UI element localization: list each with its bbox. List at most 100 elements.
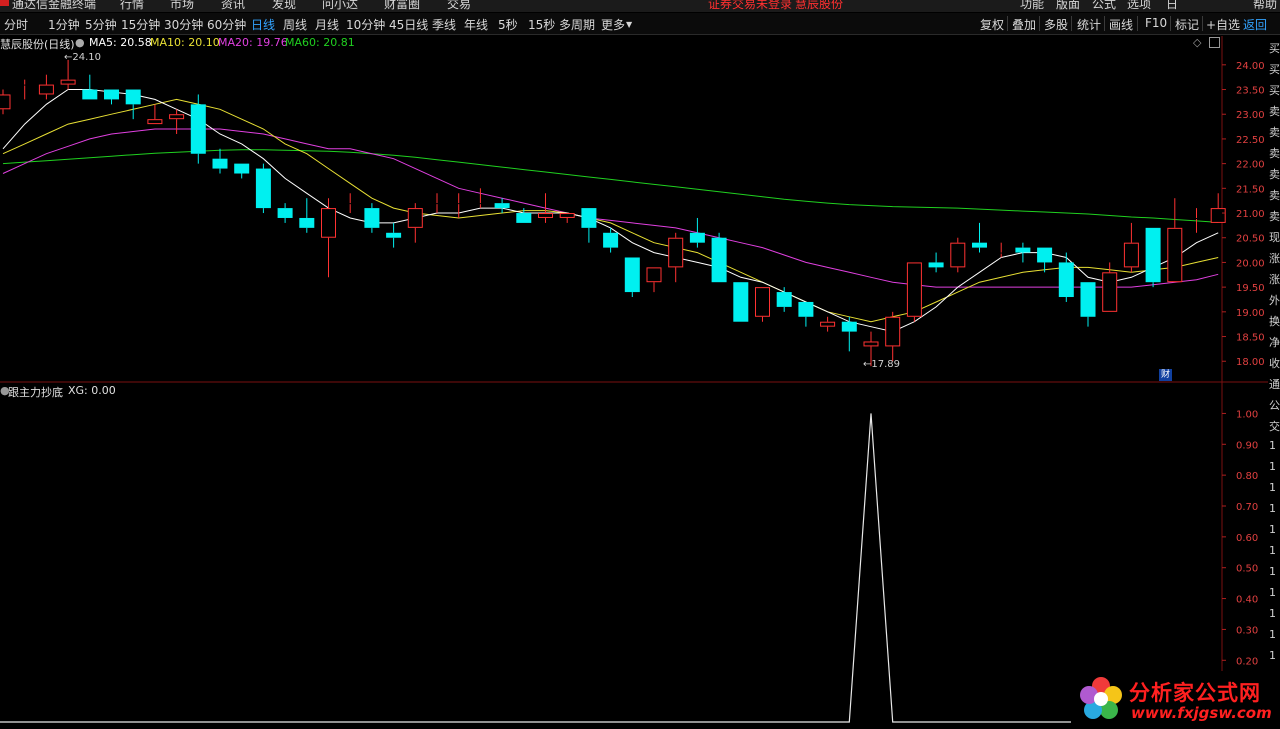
candle[interactable]: [646, 267, 662, 293]
candle[interactable]: [190, 94, 206, 164]
candle[interactable]: [1058, 252, 1074, 302]
xg-path: [0, 413, 1222, 723]
candle[interactable]: [559, 213, 575, 223]
price-axis-tick: 22.00: [1236, 160, 1265, 171]
quote-panel-char: 外: [1269, 294, 1280, 307]
candle[interactable]: [820, 316, 836, 332]
candle[interactable]: [234, 163, 250, 179]
candle[interactable]: [755, 287, 770, 322]
candle[interactable]: [169, 109, 185, 134]
candle[interactable]: [104, 89, 119, 105]
quote-panel-char: 1: [1269, 502, 1276, 515]
watermark-url: www.fxjgsw.com: [1131, 704, 1272, 722]
candle[interactable]: [798, 301, 814, 327]
candle[interactable]: [364, 203, 380, 233]
indicator-name[interactable]: 跟主力抄底: [8, 384, 63, 400]
candle[interactable]: [950, 237, 966, 273]
price-axis-tick: 23.00: [1236, 110, 1265, 121]
candle[interactable]: [733, 282, 749, 322]
candle[interactable]: [711, 232, 727, 283]
indicator-value: XG: 0.00: [68, 384, 116, 397]
ma5-label: MA5: 20.58: [89, 36, 152, 49]
candle[interactable]: [841, 316, 857, 352]
quote-panel-char: 收: [1269, 357, 1280, 370]
candle[interactable]: [1102, 262, 1118, 312]
quote-panel-char: 公: [1269, 399, 1280, 412]
candle[interactable]: [689, 217, 705, 248]
candle[interactable]: [1210, 193, 1226, 223]
xg-indicator-line: [0, 413, 1222, 723]
candle[interactable]: [776, 287, 792, 312]
candle[interactable]: [1080, 282, 1096, 327]
candle[interactable]: [1167, 198, 1183, 283]
candle[interactable]: [255, 163, 271, 214]
candle[interactable]: [125, 89, 141, 120]
quote-panel-char: 卖: [1269, 105, 1280, 118]
circle-chevron-icon[interactable]: ●: [75, 36, 85, 49]
ma60-line: [2, 149, 1219, 223]
candle[interactable]: [1145, 227, 1161, 288]
quote-panel-char: 买: [1269, 63, 1280, 76]
candle[interactable]: [928, 252, 944, 273]
candle[interactable]: [972, 222, 987, 253]
candle[interactable]: [277, 203, 293, 223]
quote-panel-char: 涨: [1269, 252, 1280, 265]
quote-panel-char: 买: [1269, 42, 1280, 55]
quote-panel-char: 1: [1269, 460, 1276, 473]
stock-title[interactable]: 慧辰股份(日线): [0, 36, 75, 52]
price-axis-tick: 20.00: [1236, 258, 1265, 269]
indicator-axis-tick: 0.60: [1236, 533, 1258, 544]
indicator-axis-tick: 0.50: [1236, 564, 1258, 575]
ma10-label: MA10: 20.10: [150, 36, 220, 49]
candle[interactable]: [624, 257, 640, 298]
price-axis-tick: 21.00: [1236, 209, 1265, 220]
candle[interactable]: [321, 198, 336, 278]
candle[interactable]: [0, 89, 11, 115]
site-watermark: 分析家公式网 www.fxjgsw.com: [1071, 671, 1272, 729]
quote-panel-char: 现: [1269, 231, 1280, 244]
candle[interactable]: [386, 222, 402, 248]
candle[interactable]: [82, 74, 98, 100]
quote-panel-char: 1: [1269, 649, 1276, 662]
price-axis-tick: 18.00: [1236, 357, 1265, 368]
indicator-axis-tick: 0.80: [1236, 471, 1258, 482]
candle[interactable]: [147, 104, 163, 125]
candle[interactable]: [407, 203, 423, 243]
high-price-marker: ←24.10: [64, 52, 102, 63]
quote-panel-char: 1: [1269, 523, 1276, 536]
price-axis-tick: 20.50: [1236, 234, 1265, 245]
candle[interactable]: [668, 232, 684, 283]
quote-panel-char: 交: [1269, 420, 1280, 433]
expand-diamond-icon[interactable]: ◇: [1193, 36, 1201, 49]
candle[interactable]: [885, 311, 901, 362]
quote-panel-edge: 买买买卖卖卖卖卖卖现涨涨外换净收通公交11111111111: [1268, 36, 1280, 729]
price-axis-tick: 19.00: [1236, 308, 1265, 319]
candle[interactable]: [1037, 247, 1053, 273]
finance-badge[interactable]: 财: [1159, 369, 1172, 381]
candle[interactable]: [906, 262, 922, 322]
candle[interactable]: [299, 198, 315, 233]
quote-panel-char: 1: [1269, 439, 1276, 452]
indicator-axis-tick: 0.20: [1236, 656, 1258, 667]
window-toggle-icon[interactable]: [1209, 37, 1220, 48]
price-axis-tick: 23.50: [1236, 86, 1265, 97]
quote-panel-char: 卖: [1269, 168, 1280, 181]
indicator-axis-tick: 0.40: [1236, 595, 1258, 606]
candle[interactable]: [494, 198, 510, 214]
quote-panel-char: 1: [1269, 607, 1276, 620]
ma10-path: [2, 98, 1219, 323]
ma5-line: [2, 89, 1219, 333]
candle[interactable]: [1123, 222, 1139, 273]
candle[interactable]: [212, 148, 228, 174]
candle[interactable]: [538, 193, 553, 223]
kline-chart[interactable]: 24.00 23.50 23.00 22.50 22.00 21.50 21.00 20.50…: [0, 0, 1280, 729]
ma20-line: [2, 128, 1219, 288]
quote-panel-char: 卖: [1269, 189, 1280, 202]
ma20-label: MA20: 19.76: [218, 36, 288, 49]
price-axis-tick: 18.50: [1236, 333, 1265, 344]
candle[interactable]: [60, 59, 76, 90]
candle[interactable]: [581, 208, 597, 243]
quote-panel-char: 换: [1269, 315, 1280, 328]
watermark-title: 分析家公式网: [1129, 681, 1261, 705]
candle[interactable]: [38, 74, 54, 100]
